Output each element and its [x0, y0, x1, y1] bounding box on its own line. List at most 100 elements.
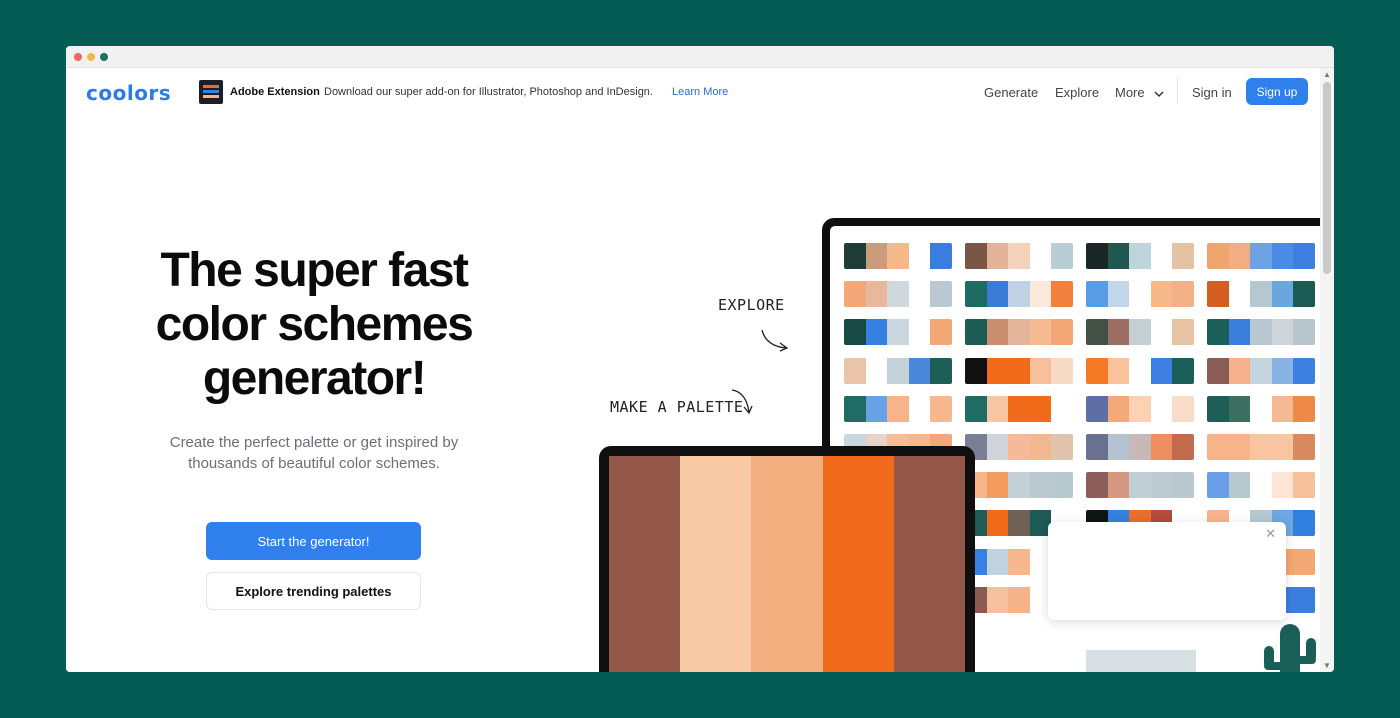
palette-swatch — [908, 319, 931, 346]
palette-card[interactable] — [844, 281, 952, 308]
palette-card[interactable] — [965, 395, 1073, 422]
palette-card[interactable] — [965, 319, 1073, 346]
palette-card[interactable] — [844, 395, 952, 422]
palette-swatch — [1228, 319, 1251, 346]
palette-card[interactable] — [1086, 395, 1194, 422]
palette-card[interactable] — [1207, 281, 1315, 308]
monitor-stand — [1086, 650, 1196, 672]
palette-swatch — [965, 357, 987, 384]
chevron-down-icon[interactable] — [1153, 88, 1165, 100]
nav-explore[interactable]: Explore — [1055, 85, 1099, 100]
palette-swatch — [1293, 357, 1315, 384]
palette-swatch — [930, 243, 952, 269]
palette-swatch — [1293, 586, 1315, 613]
palette-swatch — [1086, 472, 1108, 499]
palette-swatch — [1086, 395, 1108, 422]
palette-swatch — [865, 281, 888, 308]
palette-swatch — [1207, 434, 1229, 460]
palette-card[interactable] — [844, 319, 952, 346]
palette-card[interactable] — [965, 281, 1073, 308]
palette-card[interactable] — [1086, 434, 1194, 460]
palette-swatch — [844, 243, 866, 269]
palette-card[interactable] — [965, 243, 1073, 269]
palette-swatch — [1008, 548, 1030, 575]
palette-swatch — [1207, 243, 1229, 269]
palette-card[interactable] — [1207, 319, 1315, 346]
nav-generate[interactable]: Generate — [984, 85, 1038, 100]
nav-more[interactable]: More — [1115, 85, 1145, 100]
palette-swatch — [1107, 281, 1130, 308]
start-generator-button[interactable]: Start the generator! — [206, 522, 421, 560]
palette-swatch — [1150, 243, 1173, 269]
make-palette-annotation: MAKE A PALETTE — [610, 398, 744, 416]
palette-swatch — [1008, 357, 1030, 384]
palette-card[interactable] — [1086, 357, 1194, 384]
palette-swatch — [1086, 434, 1108, 460]
palette-card[interactable] — [1207, 434, 1315, 460]
palette-swatch — [1150, 472, 1173, 499]
palette-card[interactable] — [1207, 472, 1315, 499]
palette-swatch — [1228, 357, 1251, 384]
vertical-scrollbar[interactable]: ▲ ▼ — [1320, 68, 1334, 672]
palette-swatch — [1293, 395, 1315, 422]
palette-swatch — [1172, 395, 1194, 422]
palette-swatch — [865, 395, 888, 422]
palette-card[interactable] — [1086, 472, 1194, 499]
palette-swatch — [887, 395, 909, 422]
palette-swatch — [1271, 243, 1294, 269]
close-icon[interactable]: ✕ — [1265, 526, 1276, 542]
palette-card[interactable] — [1207, 243, 1315, 269]
palette-swatch — [1029, 281, 1052, 308]
palette-swatch — [844, 357, 866, 384]
notification-popup: ✕ — [1048, 522, 1286, 620]
palette-card[interactable] — [844, 243, 952, 269]
palette-swatch — [1172, 281, 1194, 308]
sign-in-link[interactable]: Sign in — [1192, 85, 1232, 100]
browser-window: coolors Adobe Extension Download our sup… — [66, 46, 1334, 672]
palette-card[interactable] — [1086, 281, 1194, 308]
scroll-up-icon[interactable]: ▲ — [1323, 70, 1331, 79]
palette-swatch — [930, 395, 952, 422]
palette-card[interactable] — [965, 434, 1073, 460]
palette-swatch — [930, 357, 952, 384]
maximize-window-button[interactable] — [100, 53, 108, 61]
palette-swatch — [1293, 281, 1315, 308]
palette-swatch — [609, 456, 681, 672]
sign-up-button[interactable]: Sign up — [1246, 78, 1308, 105]
palette-card[interactable] — [965, 357, 1073, 384]
palette-swatch — [965, 281, 987, 308]
palette-swatch — [1107, 395, 1130, 422]
adobe-extension-thumbnail — [199, 80, 223, 104]
palette-swatch — [1008, 243, 1030, 269]
palette-swatch — [1250, 434, 1272, 460]
palette-swatch — [986, 357, 1009, 384]
palette-card[interactable] — [1086, 319, 1194, 346]
explore-trending-button[interactable]: Explore trending palettes — [206, 572, 421, 610]
learn-more-link[interactable]: Learn More — [672, 86, 728, 98]
palette-card[interactable] — [844, 357, 952, 384]
palette-card[interactable] — [1207, 395, 1315, 422]
palette-swatch — [1029, 472, 1052, 499]
page-viewport: coolors Adobe Extension Download our sup… — [66, 68, 1320, 672]
scrollbar-thumb[interactable] — [1323, 82, 1331, 274]
palette-swatch — [1029, 434, 1052, 460]
palette-swatch — [1129, 357, 1151, 384]
extension-description: Download our super add-on for Illustrato… — [324, 86, 653, 98]
palette-swatch — [865, 357, 888, 384]
palette-swatch — [1250, 395, 1272, 422]
palette-card[interactable] — [1086, 243, 1194, 269]
palette-swatch — [1107, 357, 1130, 384]
palette-swatch — [887, 319, 909, 346]
palette-swatch — [930, 281, 952, 308]
palette-card[interactable] — [1207, 357, 1315, 384]
palette-swatch — [1250, 472, 1272, 499]
minimize-window-button[interactable] — [87, 53, 95, 61]
coolors-logo[interactable]: coolors — [86, 81, 171, 105]
palette-swatch — [1051, 395, 1073, 422]
palette-swatch — [930, 319, 952, 346]
close-window-button[interactable] — [74, 53, 82, 61]
scroll-down-icon[interactable]: ▼ — [1323, 661, 1331, 670]
palette-card[interactable] — [965, 472, 1073, 499]
palette-swatch — [986, 434, 1009, 460]
title-bar — [66, 46, 1334, 68]
